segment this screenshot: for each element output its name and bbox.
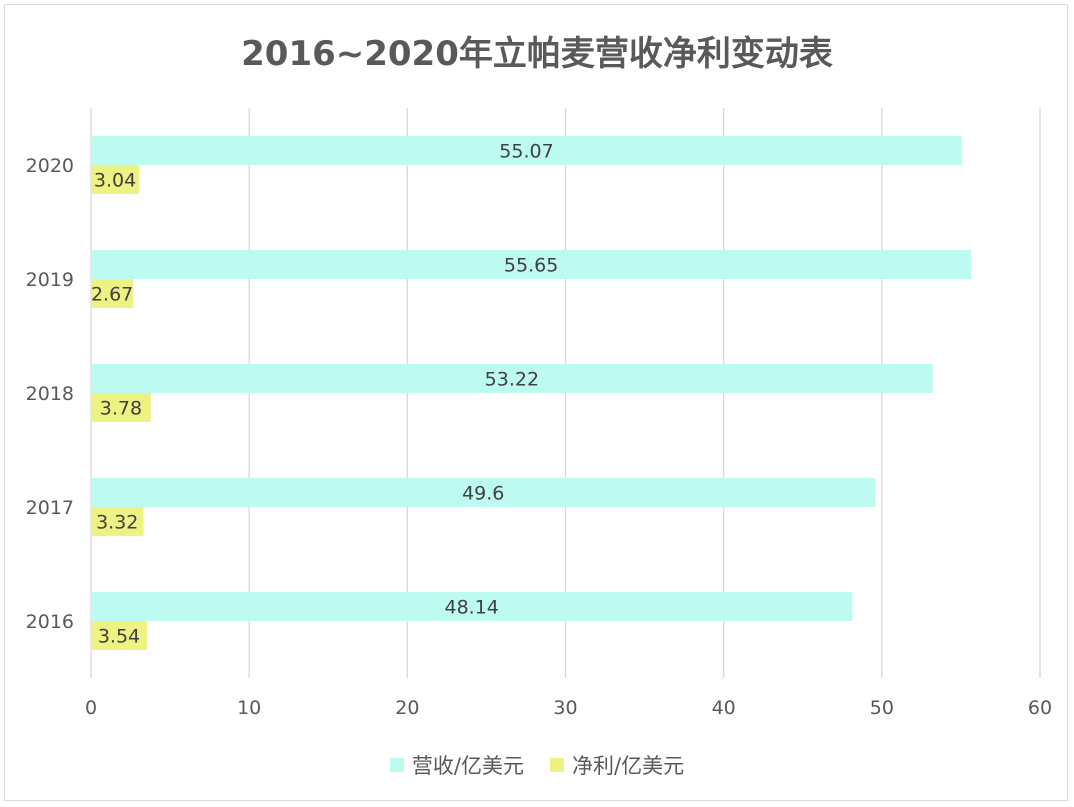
bar-chart: 48.14 3.54 49.6 3.32 53.22 3.78 55.65 2.67 55.07…: [26, 108, 1052, 719]
data-label: 53.22: [485, 369, 539, 391]
data-label: 2.67: [91, 284, 133, 306]
x-tick-label: 30: [553, 697, 577, 719]
data-label: 55.65: [504, 255, 558, 277]
data-label: 3.04: [94, 170, 136, 192]
data-label: 55.07: [499, 141, 553, 163]
x-tick-label: 60: [1028, 697, 1052, 719]
x-tick-label: 40: [712, 697, 736, 719]
y-tick-label: 2018: [26, 383, 74, 405]
x-tick-label: 0: [85, 697, 97, 719]
y-tick-label: 2020: [26, 155, 74, 177]
legend-label-profit: 净利/亿美元: [572, 754, 685, 778]
axes: 0 10 20 30 40 50 60 2016 2017 2018 2019 2020: [26, 155, 1052, 719]
x-tick-label: 20: [395, 697, 419, 719]
legend-item-profit: 净利/亿美元: [550, 750, 684, 780]
data-label: 49.6: [462, 483, 504, 505]
legend-swatch-profit: [550, 758, 564, 772]
data-label: 3.54: [98, 626, 140, 648]
bars: [91, 136, 972, 650]
y-tick-label: 2016: [26, 611, 74, 633]
data-label: 3.78: [100, 398, 142, 420]
legend: 营收/亿美元 净利/亿美元: [0, 750, 1074, 780]
y-tick-label: 2017: [26, 497, 74, 519]
data-label: 3.32: [96, 512, 138, 534]
data-labels: 48.14 3.54 49.6 3.32 53.22 3.78 55.65 2.67 55.07…: [91, 141, 558, 648]
legend-label-revenue: 营收/亿美元: [411, 754, 524, 778]
legend-swatch-revenue: [389, 758, 404, 772]
x-tick-label: 50: [870, 697, 894, 719]
x-tick-label: 10: [237, 697, 261, 719]
data-label: 48.14: [445, 597, 499, 619]
legend-item-revenue: 营收/亿美元: [389, 750, 524, 780]
y-tick-label: 2019: [26, 269, 74, 291]
